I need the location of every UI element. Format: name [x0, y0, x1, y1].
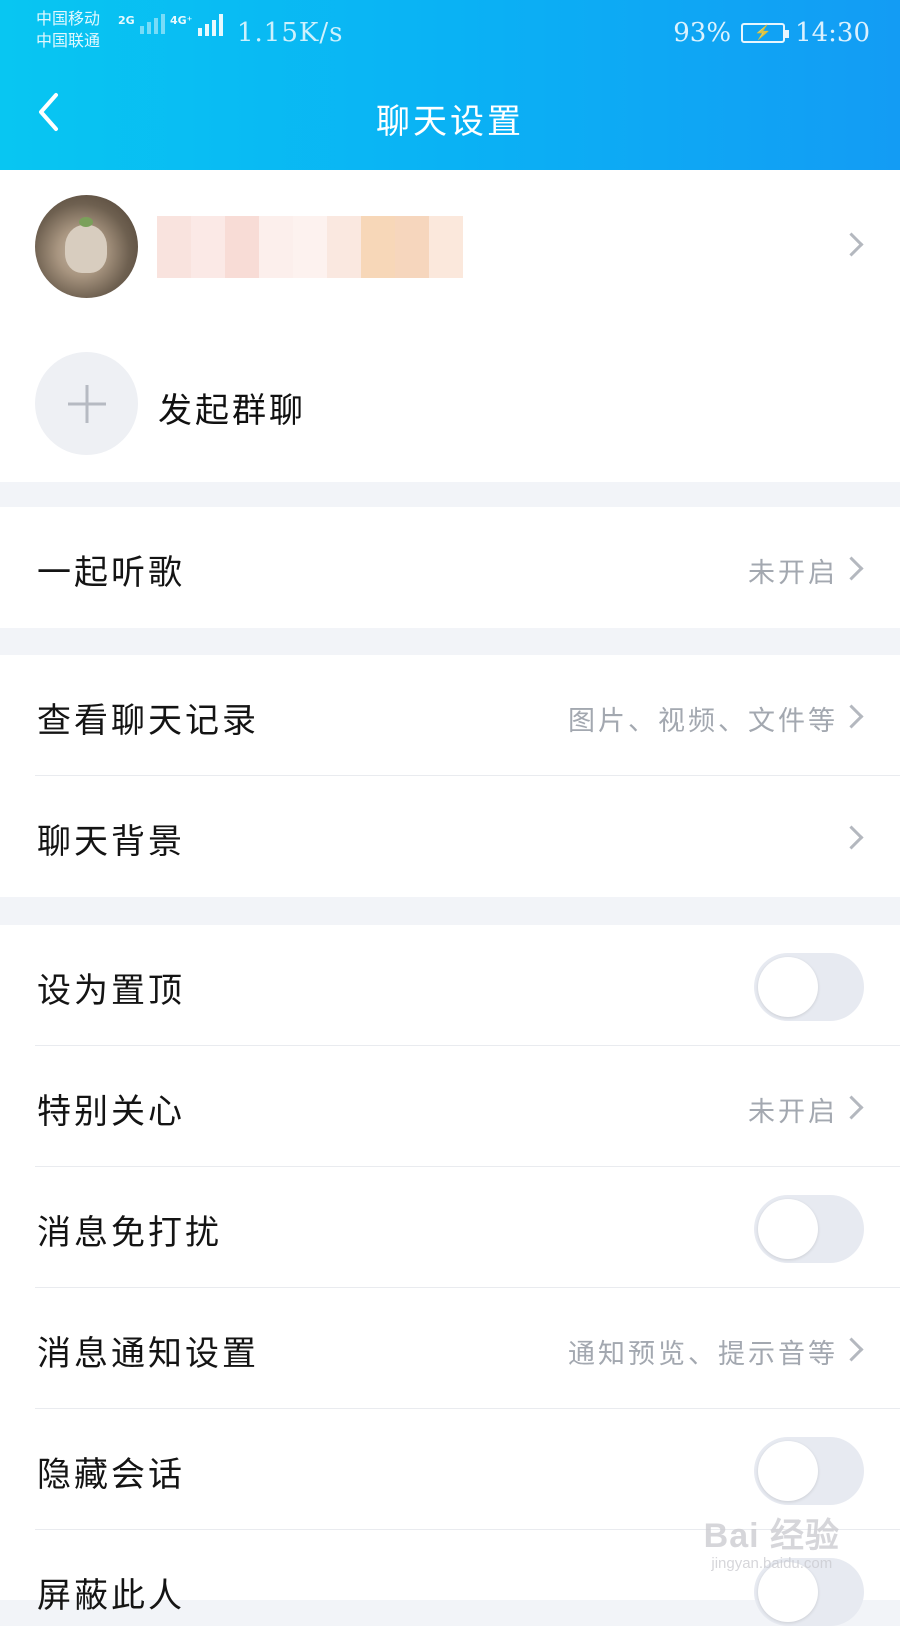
header: 中国移动 中国联通 2G 4G⁺ 1.15K/s 93% ⚡ 14:30 聊天设…: [0, 0, 900, 170]
do-not-disturb-toggle[interactable]: [754, 1195, 864, 1263]
signal-4g-icon: 4G⁺: [170, 14, 223, 36]
row-label: 消息通知设置: [37, 1334, 259, 1374]
row-pin-top: 设为置顶: [0, 925, 900, 1046]
row-notification-settings[interactable]: 消息通知设置 通知预览、提示音等: [0, 1288, 900, 1409]
hide-conversation-toggle[interactable]: [754, 1437, 864, 1505]
toggle-knob: [758, 1199, 818, 1259]
group-chat-label[interactable]: 发起群聊: [158, 383, 306, 432]
toggle-knob: [758, 1441, 818, 1501]
row-label: 设为置顶: [37, 971, 185, 1011]
chevron-right-icon[interactable]: [839, 232, 864, 257]
chevron-right-icon: [839, 556, 864, 581]
chevron-right-icon: [839, 1095, 864, 1120]
network-type-2g: 2G: [118, 14, 135, 27]
row-label: 消息免打扰: [37, 1213, 222, 1253]
carrier-1: 中国移动: [36, 9, 101, 28]
avatar[interactable]: [35, 195, 138, 298]
row-value: 图片、视频、文件等: [568, 706, 838, 737]
row-label: 屏蔽此人: [37, 1576, 185, 1616]
battery-percent: 93%: [673, 18, 732, 48]
chevron-right-icon: [839, 704, 864, 729]
row-chat-history[interactable]: 查看聊天记录 图片、视频、文件等: [0, 655, 900, 776]
row-special-care[interactable]: 特别关心 未开启: [0, 1046, 900, 1167]
row-label: 隐藏会话: [37, 1455, 185, 1495]
baidu-watermark: Bai 经验 jingyan.baidu.com: [704, 1508, 840, 1572]
watermark-main: Bai 经验: [703, 1517, 840, 1555]
row-label: 聊天背景: [37, 822, 185, 862]
row-do-not-disturb: 消息免打扰: [0, 1167, 900, 1288]
status-right: 93% ⚡ 14:30: [673, 18, 870, 48]
network-speed: 1.15K/s: [237, 18, 344, 48]
row-label: 查看聊天记录: [37, 701, 259, 741]
row-value: 未开启: [748, 1097, 838, 1128]
row-value: 通知预览、提示音等: [568, 1339, 838, 1370]
network-type-4g: 4G⁺: [170, 14, 193, 27]
chevron-right-icon: [839, 1337, 864, 1362]
row-label: 特别关心: [37, 1092, 185, 1132]
carrier-labels: 中国移动 中国联通: [36, 8, 100, 52]
page-title: 聊天设置: [376, 102, 524, 142]
row-label: 一起听歌: [37, 553, 185, 593]
toggle-knob: [758, 957, 818, 1017]
watermark-sub: jingyan.baidu.com: [711, 1555, 833, 1572]
battery-charging-icon: ⚡: [741, 23, 790, 43]
row-value: 未开启: [748, 558, 838, 589]
add-group-chat-button[interactable]: [35, 352, 138, 455]
row-listen-together[interactable]: 一起听歌 未开启: [0, 507, 900, 628]
contact-name-blurred[interactable]: [157, 216, 463, 278]
carrier-2: 中国联通: [36, 31, 101, 50]
chevron-right-icon: [839, 825, 864, 850]
clock: 14:30: [795, 18, 870, 48]
profile-card: 发起群聊: [0, 170, 900, 482]
signal-2g-icon: 2G: [118, 14, 165, 34]
pin-top-toggle[interactable]: [754, 953, 864, 1021]
row-chat-background[interactable]: 聊天背景: [0, 776, 900, 897]
